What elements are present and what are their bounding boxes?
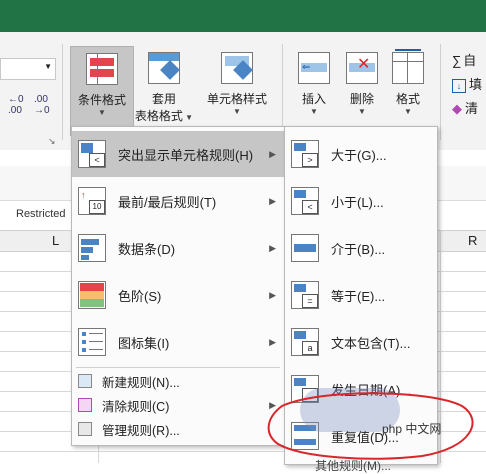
submenu-item-greater-than[interactable]: > 大于(G)... bbox=[285, 131, 437, 177]
decrease-decimal-button[interactable]: .00 →0 bbox=[34, 94, 56, 116]
chevron-right-icon: ▶ bbox=[269, 336, 276, 347]
format-as-table-label-1: 套用 bbox=[151, 92, 176, 106]
menu-item-manage-rules[interactable]: 管理规则(R)... bbox=[72, 417, 284, 441]
text-contains-icon: a bbox=[291, 328, 319, 356]
submenu-item-label: 等于(E)... bbox=[331, 288, 386, 304]
menu-item-label: 清除规则(C) bbox=[102, 399, 170, 414]
chevron-right-icon: ▶ bbox=[269, 242, 276, 253]
submenu-item-label: 文本包含(T)... bbox=[331, 335, 411, 351]
format-cells-icon bbox=[392, 49, 424, 84]
conditional-formatting-icon bbox=[86, 53, 118, 85]
column-header-R[interactable]: R bbox=[468, 233, 477, 248]
clear-button[interactable]: ◆ 清 bbox=[452, 98, 478, 117]
submenu-item-equal-to[interactable]: = 等于(E)... bbox=[285, 272, 437, 318]
fill-label: 填 bbox=[469, 77, 483, 92]
manage-rules-icon bbox=[78, 422, 92, 436]
autosum-button[interactable]: ∑ 自 bbox=[452, 50, 476, 69]
menu-item-icon-sets[interactable]: 图标集(I) ▶ bbox=[72, 319, 284, 365]
conditional-formatting-label: 条件格式 bbox=[77, 93, 126, 107]
menu-item-label: 色阶(S) bbox=[118, 288, 162, 304]
menu-item-highlight-cells-rules[interactable]: < 突出显示单元格规则(H) ▶ bbox=[72, 131, 284, 177]
menu-item-label: 突出显示单元格规则(H) bbox=[118, 147, 254, 163]
menu-item-data-bars[interactable]: 数据条(D) ▶ bbox=[72, 225, 284, 271]
cell-styles-icon bbox=[221, 52, 253, 84]
restricted-label: Restricted bbox=[16, 208, 66, 220]
greater-than-icon: > bbox=[291, 140, 319, 168]
format-button[interactable]: 格式 ▼ bbox=[388, 46, 428, 134]
submenu-item-less-than[interactable]: < 小于(L)... bbox=[285, 178, 437, 224]
submenu-item-label: 大于(G)... bbox=[331, 147, 387, 163]
submenu-item-text-contains[interactable]: a 文本包含(T)... bbox=[285, 319, 437, 365]
menu-item-label: 新建规则(N)... bbox=[102, 375, 180, 390]
chevron-down-icon: ▼ bbox=[310, 107, 318, 116]
conditional-formatting-menu: < 突出显示单元格规则(H) ▶ ↑ 10 最前/最后规则(T) ▶ 数据条(D… bbox=[71, 126, 285, 446]
format-as-table-button[interactable]: 套用 表格格式 ▼ bbox=[134, 46, 194, 134]
menu-item-label: 管理规则(R)... bbox=[102, 423, 180, 438]
menu-item-new-rule[interactable]: 新建规则(N)... bbox=[72, 369, 284, 393]
clear-label: 清 bbox=[465, 101, 479, 116]
less-than-icon: < bbox=[291, 187, 319, 215]
chevron-down-icon: ▼ bbox=[182, 113, 194, 122]
dialog-launcher-icon[interactable]: ↘ bbox=[48, 136, 56, 147]
menu-divider bbox=[76, 367, 280, 368]
insert-button[interactable]: ⇐ 插入 ▼ bbox=[290, 46, 338, 134]
color-scales-icon bbox=[78, 281, 106, 309]
column-header-L[interactable]: L bbox=[52, 233, 59, 248]
eraser-icon: ◆ bbox=[452, 101, 462, 116]
chevron-right-icon: ▶ bbox=[269, 148, 276, 159]
fill-button[interactable]: ↓ 填 bbox=[452, 74, 482, 93]
sigma-icon: ∑ bbox=[452, 53, 462, 68]
submenu-item-between[interactable]: 介于(B)... bbox=[285, 225, 437, 271]
fill-down-icon: ↓ bbox=[452, 79, 466, 93]
menu-item-label: 数据条(D) bbox=[118, 241, 176, 257]
annotation-circle bbox=[267, 392, 474, 460]
delete-button[interactable]: ✕ 删除 ▼ bbox=[340, 46, 384, 134]
insert-label: 插入 bbox=[301, 92, 326, 106]
chevron-right-icon: ▶ bbox=[269, 195, 276, 206]
delete-label: 删除 bbox=[349, 92, 374, 106]
title-bar bbox=[0, 0, 486, 32]
format-as-table-label-2: 表格格式 bbox=[134, 109, 183, 123]
cell-styles-label: 单元格样式 bbox=[206, 92, 267, 106]
chevron-down-icon: ▼ bbox=[44, 62, 52, 71]
submenu-item-label: 介于(B)... bbox=[331, 241, 386, 257]
delete-cells-icon: ✕ bbox=[346, 52, 378, 84]
clear-rules-icon bbox=[78, 398, 92, 412]
format-label: 格式 bbox=[395, 92, 420, 106]
insert-cells-icon: ⇐ bbox=[298, 52, 330, 84]
chevron-down-icon: ▼ bbox=[358, 107, 366, 116]
autosum-label: 自 bbox=[463, 53, 477, 68]
number-format-dropdown[interactable]: ▼ bbox=[0, 58, 56, 80]
menu-item-label: 最前/最后规则(T) bbox=[118, 194, 217, 210]
new-rule-icon bbox=[78, 374, 92, 388]
data-bars-icon bbox=[78, 234, 106, 262]
chevron-right-icon: ▶ bbox=[269, 289, 276, 300]
chevron-down-icon: ▼ bbox=[233, 107, 241, 116]
menu-item-top-bottom-rules[interactable]: ↑ 10 最前/最后规则(T) ▶ bbox=[72, 178, 284, 224]
menu-item-label: 图标集(I) bbox=[118, 335, 170, 351]
menu-item-clear-rules[interactable]: 清除规则(C) ▶ bbox=[72, 393, 284, 417]
highlight-cells-icon: < bbox=[78, 140, 106, 168]
chevron-down-icon: ▼ bbox=[98, 108, 106, 117]
menu-item-color-scales[interactable]: 色阶(S) ▶ bbox=[72, 272, 284, 318]
between-icon bbox=[291, 234, 319, 262]
table-format-icon bbox=[148, 52, 180, 84]
icon-sets-icon bbox=[78, 328, 106, 356]
equal-to-icon: = bbox=[291, 281, 319, 309]
chevron-down-icon: ▼ bbox=[404, 107, 412, 116]
cell-styles-button[interactable]: 单元格样式 ▼ bbox=[200, 46, 274, 134]
conditional-formatting-button[interactable]: 条件格式 ▼ bbox=[70, 46, 134, 136]
submenu-item-label: 小于(L)... bbox=[331, 194, 384, 210]
top-bottom-icon: ↑ 10 bbox=[78, 187, 106, 215]
increase-decimal-button[interactable]: ←0 .00 bbox=[8, 94, 30, 116]
